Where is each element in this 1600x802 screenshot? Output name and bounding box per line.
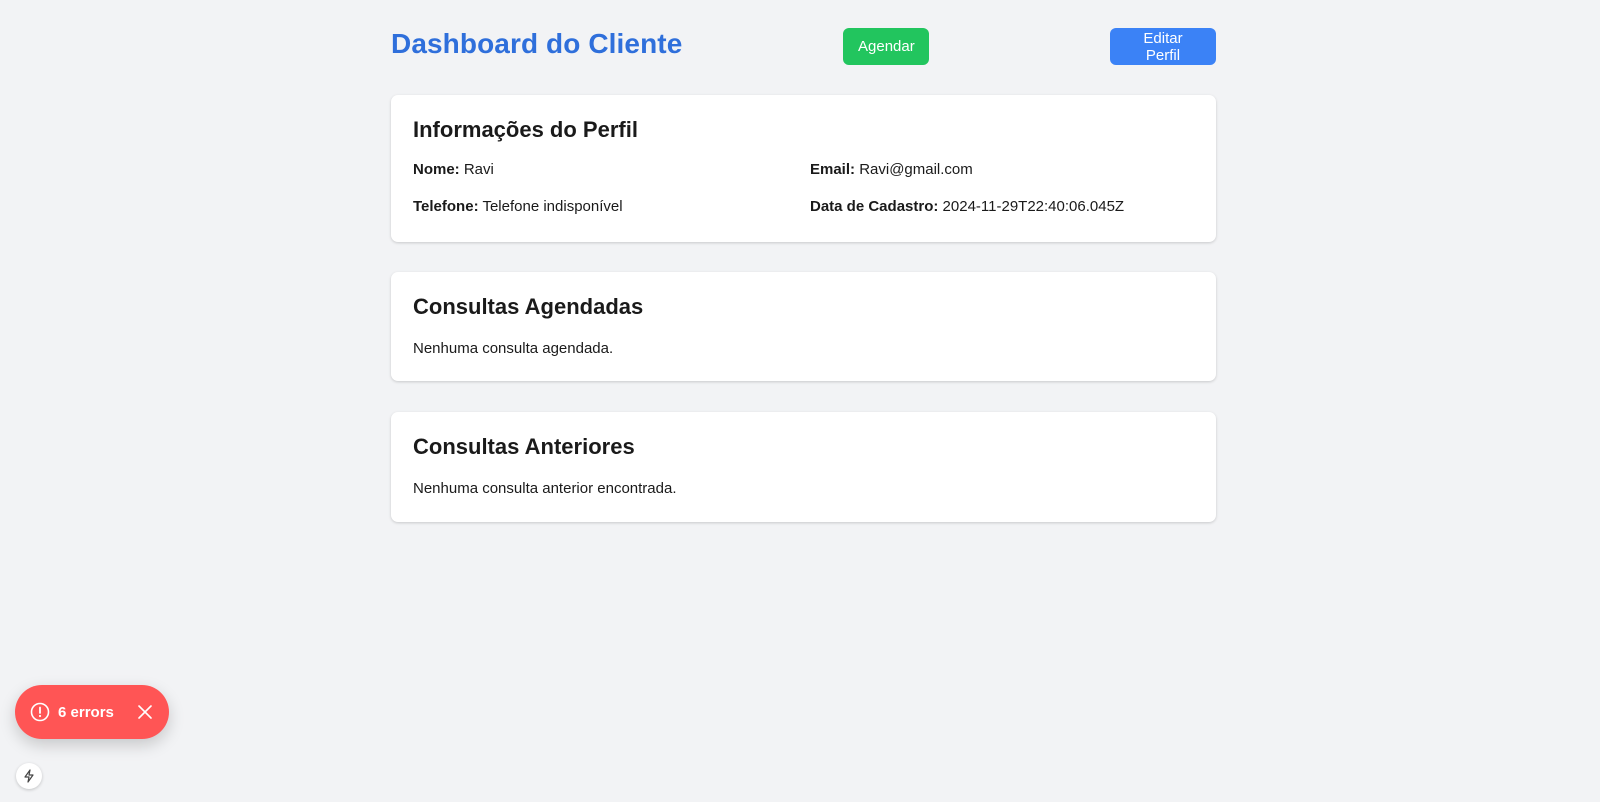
close-icon[interactable]: [136, 703, 154, 721]
schedule-button[interactable]: Agendar: [843, 28, 929, 65]
edit-profile-button[interactable]: Editar Perfil: [1110, 28, 1216, 65]
registration-date-value: 2024-11-29T22:40:06.045Z: [942, 198, 1125, 215]
errors-indicator[interactable]: 6 errors: [15, 685, 169, 739]
alert-circle-icon: [30, 702, 50, 722]
name-label: Nome:: [413, 161, 460, 178]
registration-date-field: Data de Cadastro: 2024-11-29T22:40:06.04…: [810, 198, 1194, 235]
past-heading: Consultas Anteriores: [413, 434, 635, 459]
name-value: Ravi: [463, 161, 494, 178]
phone-value: Telefone indisponível: [482, 198, 623, 215]
email-value: Ravi@gmail.com: [859, 161, 973, 178]
upcoming-appointments-card: Consultas Agendadas Nenhuma consulta age…: [391, 272, 1216, 381]
errors-count-label: 6 errors: [58, 703, 114, 721]
past-empty-message: Nenhuma consulta anterior encontrada.: [413, 480, 677, 497]
profile-fields: Nome: Ravi Email: Ravi@gmail.com Telefon…: [413, 161, 1194, 235]
upcoming-heading: Consultas Agendadas: [413, 294, 644, 319]
phone-field: Telefone: Telefone indisponível: [413, 198, 810, 235]
dev-tools-button[interactable]: [16, 763, 42, 789]
phone-label: Telefone:: [413, 198, 479, 215]
profile-heading: Informações do Perfil: [413, 117, 638, 142]
profile-card: Informações do Perfil Nome: Ravi Email: …: [391, 95, 1216, 242]
email-label: Email:: [810, 161, 856, 178]
page-title: Dashboard do Cliente: [391, 28, 683, 59]
name-field: Nome: Ravi: [413, 161, 810, 198]
registration-date-label: Data de Cadastro:: [810, 198, 939, 215]
email-field: Email: Ravi@gmail.com: [810, 161, 1194, 198]
dashboard-container: Dashboard do Cliente Agendar Editar Perf…: [391, 0, 1216, 522]
lightning-icon: [24, 769, 34, 783]
upcoming-empty-message: Nenhuma consulta agendada.: [413, 340, 614, 357]
past-appointments-card: Consultas Anteriores Nenhuma consulta an…: [391, 412, 1216, 522]
header: Dashboard do Cliente Agendar Editar Perf…: [391, 0, 1216, 94]
